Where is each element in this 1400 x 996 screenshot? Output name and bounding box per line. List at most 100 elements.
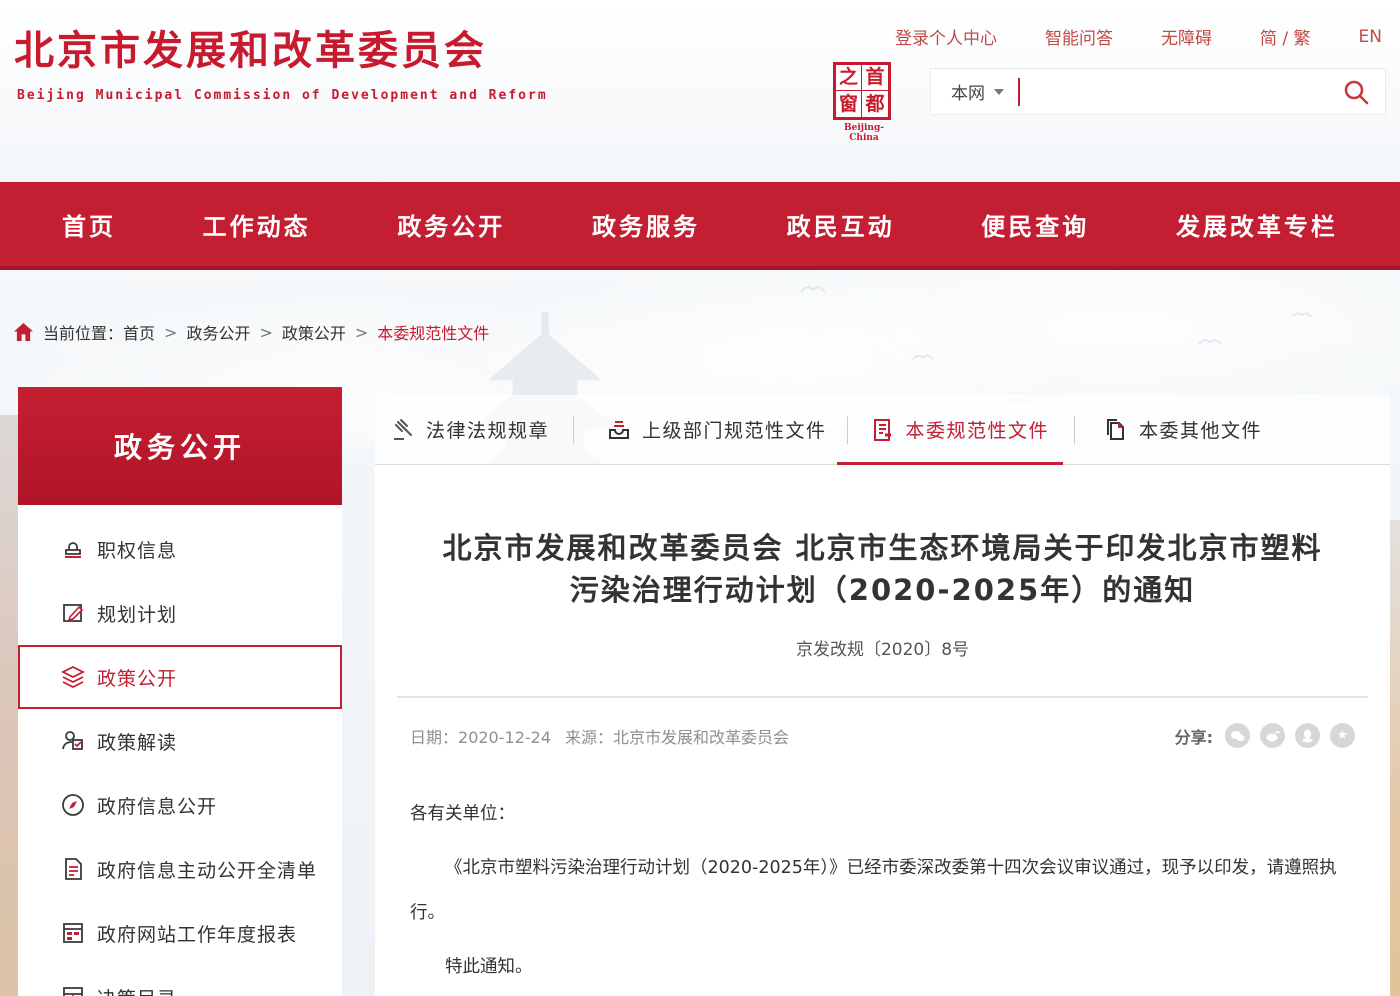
share-bar: 分享: ★ (1175, 723, 1355, 748)
search-icon (1343, 79, 1369, 105)
site-logo-title: 北京市发展和改革委员会 (14, 18, 487, 76)
sidebar-menu: 职权信息 规划计划 政策公开 政策解读 (18, 505, 342, 996)
background-bird-icon (1292, 310, 1312, 319)
sidebar-title[interactable]: 政务公开 (18, 387, 342, 505)
body-paragraph: 特此通知。 (410, 945, 1352, 990)
sidebar-item-label: 政策解读 (97, 728, 177, 755)
breadcrumb-item-home[interactable]: 首页 (123, 320, 155, 344)
seal-icon: 之 首 窗 都 (833, 62, 891, 120)
tab-label: 法律法规规章 (426, 416, 549, 443)
tab-label: 上级部门规范性文件 (642, 416, 827, 443)
nav-home[interactable]: 首页 (62, 207, 116, 242)
breadcrumb-separator: > (164, 323, 177, 342)
accessibility-link[interactable]: 无障碍 (1161, 24, 1212, 49)
seal-char: 都 (862, 91, 888, 117)
sidebar-item-label: 政府信息主动公开全清单 (97, 856, 317, 883)
simplified-traditional-link[interactable]: 简 / 繁 (1260, 24, 1311, 49)
breadcrumb-item-disclosure[interactable]: 政务公开 (186, 320, 250, 344)
utility-links: 登录个人中心 智能问答 无障碍 简 / 繁 EN (847, 24, 1382, 49)
body-paragraph: 《北京市塑料污染治理行动计划（2020-2025年）》已经市委深改委第十四次会议… (410, 846, 1352, 936)
stamp-icon (60, 536, 86, 562)
nav-convenient-inquiry[interactable]: 便民查询 (981, 207, 1089, 242)
sidebar-item-proactive-disclosure-list[interactable]: 政府信息主动公开全清单 (18, 837, 342, 901)
chevron-down-icon (994, 89, 1004, 95)
background-bird-icon (912, 352, 934, 362)
sidebar-item-website-annual-report[interactable]: 政府网站工作年度报表 (18, 901, 342, 965)
breadcrumb-home-link[interactable] (14, 323, 33, 341)
salutation: 各有关单位： (410, 792, 1352, 837)
share-label: 分享: (1175, 724, 1213, 748)
wechat-share-icon[interactable] (1225, 723, 1250, 748)
seal-char: 首 (862, 65, 888, 91)
login-personal-center-link[interactable]: 登录个人中心 (895, 24, 997, 49)
background-photo-left-edge (0, 415, 19, 996)
source-label: 来源： (565, 728, 613, 747)
primary-nav: 首页 工作动态 政务公开 政务服务 政民互动 便民查询 发展改革专栏 (0, 182, 1400, 270)
sidebar-item-policy-disclosure[interactable]: 政策公开 (18, 645, 342, 709)
breadcrumb-label: 当前位置： (43, 320, 123, 344)
weibo-share-icon[interactable] (1260, 723, 1285, 748)
breadcrumb-separator: > (259, 323, 272, 342)
breadcrumb: 当前位置： 首页 > 政务公开 > 政策公开 > 本委规范性文件 (14, 320, 489, 344)
sidebar-item-label: 政策公开 (97, 664, 177, 691)
sidebar-item-authority-info[interactable]: 职权信息 (18, 517, 342, 581)
search-scope-label: 本网 (951, 79, 985, 104)
background-bird-icon (1198, 336, 1222, 347)
sidebar-item-label: 决策目录 (97, 984, 177, 996)
document-tabs: 法律法规规章 上级部门规范性文件 本委规范性文件 (375, 395, 1390, 465)
sidebar-item-label: 职权信息 (97, 536, 177, 563)
english-link[interactable]: EN (1359, 27, 1382, 47)
search-input[interactable] (1020, 72, 1343, 112)
nav-reform-special-column[interactable]: 发展改革专栏 (1176, 207, 1338, 242)
breadcrumb-separator: > (355, 323, 368, 342)
main-content: 法律法规规章 上级部门规范性文件 本委规范性文件 (375, 395, 1390, 996)
sidebar-item-policy-interpretation[interactable]: 政策解读 (18, 709, 342, 773)
article-meta: 日期：2020-12-24 来源：北京市发展和改革委员会 分享: ★ (410, 698, 1355, 748)
nav-work-updates[interactable]: 工作动态 (203, 207, 311, 242)
tab-divider (573, 416, 574, 444)
favorite-share-icon[interactable]: ★ (1330, 723, 1355, 748)
article-title: 北京市发展和改革委员会 北京市生态环境局关于印发北京市塑料污染治理行动计划（20… (433, 527, 1333, 611)
search-scope-dropdown[interactable]: 本网 (951, 79, 1004, 104)
tab-label: 本委规范性文件 (906, 416, 1050, 443)
tab-divider (1074, 416, 1075, 444)
document-icon (870, 417, 896, 443)
sidebar-item-label: 政府网站工作年度报表 (97, 920, 297, 947)
date-label: 日期： (410, 728, 458, 747)
layers-icon (60, 664, 86, 690)
capital-window-seal-logo[interactable]: 之 首 窗 都 Beijing-China (833, 62, 895, 143)
seal-caption: Beijing-China (833, 123, 895, 143)
source-value: 北京市发展和改革委员会 (613, 728, 789, 747)
background-bird-icon (800, 283, 826, 295)
site-header: 北京市发展和改革委员会 Beijing Municipal Commission… (0, 0, 1400, 182)
nav-government-services[interactable]: 政务服务 (592, 207, 700, 242)
signature: 北京市发展和改革委员会 (410, 992, 1352, 996)
tab-superior-normative-documents[interactable]: 上级部门规范性文件 (606, 416, 827, 443)
sidebar-item-decision-catalog[interactable]: 决策目录 (18, 965, 342, 996)
tab-committee-other-documents[interactable]: 本委其他文件 (1103, 416, 1262, 443)
sidebar: 政务公开 职权信息 规划计划 政策公开 (18, 387, 342, 996)
qq-share-icon[interactable] (1295, 723, 1320, 748)
nav-government-disclosure[interactable]: 政务公开 (397, 207, 505, 242)
compass-icon (60, 792, 86, 818)
nav-public-interaction[interactable]: 政民互动 (787, 207, 895, 242)
breadcrumb-item-policy[interactable]: 政策公开 (282, 320, 346, 344)
date-source-line: 日期：2020-12-24 来源：北京市发展和改革委员会 (410, 724, 789, 748)
tab-committee-normative-documents[interactable]: 本委规范性文件 (870, 416, 1050, 443)
breadcrumb-item-current: 本委规范性文件 (377, 320, 489, 344)
date-value: 2020-12-24 (458, 728, 551, 747)
tab-laws-and-regulations[interactable]: 法律法规规章 (390, 416, 549, 443)
smart-qa-link[interactable]: 智能问答 (1045, 24, 1113, 49)
sidebar-item-government-info-disclosure[interactable]: 政府信息公开 (18, 773, 342, 837)
tab-divider (847, 416, 848, 444)
article: 北京市发展和改革委员会 北京市生态环境局关于印发北京市塑料污染治理行动计划（20… (375, 465, 1390, 996)
article-body: 各有关单位： 《北京市塑料污染治理行动计划（2020-2025年）》已经市委深改… (410, 792, 1352, 996)
search-button[interactable] (1343, 79, 1369, 105)
document-number: 京发改规〔2020〕8号 (375, 635, 1390, 660)
sidebar-item-planning[interactable]: 规划计划 (18, 581, 342, 645)
person-check-icon (60, 728, 86, 754)
annual-report-icon (60, 920, 86, 946)
gavel-icon (390, 417, 416, 443)
home-icon (14, 323, 33, 341)
site-search: 本网 (930, 68, 1386, 115)
